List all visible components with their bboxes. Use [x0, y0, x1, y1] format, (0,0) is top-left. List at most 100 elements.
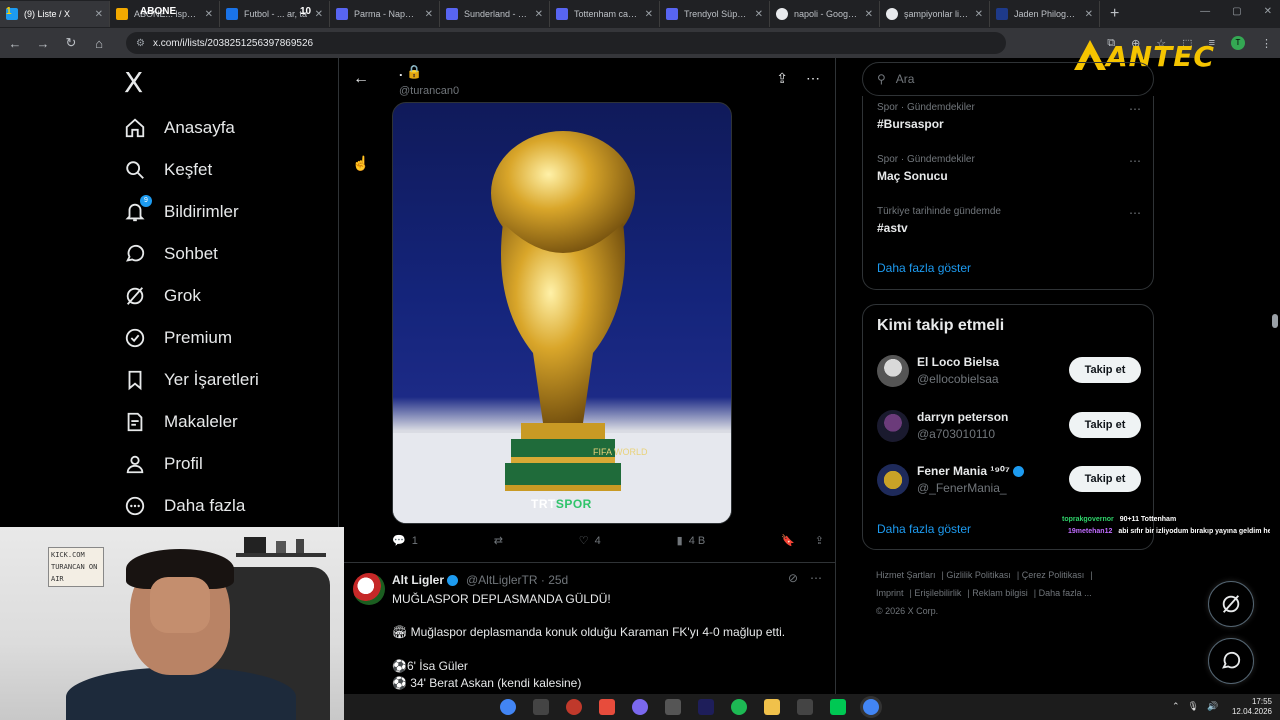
close-tab-icon[interactable]: ✕: [975, 9, 983, 20]
sidebar-item-explore[interactable]: Keşfet: [124, 150, 212, 190]
footer-link[interactable]: Erişilebilirlik: [914, 588, 961, 598]
avatar[interactable]: [877, 464, 909, 496]
messages-fab-button[interactable]: [1208, 638, 1254, 684]
follow-suggestion[interactable]: Fener Mania ¹⁹⁰⁷ @_FenerMania_ Takip et: [877, 462, 1141, 502]
app-taskbar-icon[interactable]: [797, 699, 813, 715]
app-taskbar-icon[interactable]: [566, 699, 582, 715]
browser-tab[interactable]: Trendyol Süper Li ✕: [660, 1, 770, 27]
trend-item[interactable]: Türkiye tarihinde gündemde #astv ⋯: [877, 206, 1141, 235]
follow-suggestion[interactable]: darryn peterson @a703010110 Takip et: [877, 408, 1141, 448]
browser-tab[interactable]: şampiyonlar ligi k ✕: [880, 1, 990, 27]
trend-item[interactable]: Spor · Gündemdekiler #Bursaspor ⋯: [877, 102, 1141, 131]
sidebar-item-grok[interactable]: Grok: [124, 276, 201, 316]
reload-icon[interactable]: ↻: [64, 35, 78, 51]
home-browser-icon[interactable]: ⌂: [92, 36, 106, 51]
trend-more-icon[interactable]: ⋯: [1129, 154, 1141, 168]
sidebar-item-bookmarks[interactable]: Yer İşaretleri: [124, 360, 259, 400]
new-tab-button[interactable]: +: [1100, 5, 1129, 23]
chrome-taskbar-icon[interactable]: [500, 699, 516, 715]
close-tab-icon[interactable]: ✕: [205, 9, 213, 20]
scrollbar-thumb[interactable]: [1272, 314, 1278, 328]
close-tab-icon[interactable]: ✕: [755, 9, 763, 20]
app-taskbar-icon[interactable]: [599, 699, 615, 715]
share-tweet-icon[interactable]: ⇪: [815, 534, 824, 547]
sidebar-item-more[interactable]: Daha fazla: [124, 486, 245, 526]
show-more-follow-link[interactable]: Daha fazla göster: [877, 522, 971, 536]
reply-button[interactable]: 💬 1: [392, 534, 418, 548]
sidebar-item-premium[interactable]: Premium: [124, 318, 232, 358]
follow-button[interactable]: Takip et: [1069, 357, 1141, 383]
avatar[interactable]: [353, 573, 385, 605]
footer-link[interactable]: Daha fazla ...: [1039, 588, 1092, 598]
browser-tab[interactable]: (9) Liste / X ✕: [0, 1, 110, 27]
app-taskbar-icon[interactable]: [632, 699, 648, 715]
trend-item[interactable]: Spor · Gündemdekiler Maç Sonucu ⋯: [877, 154, 1141, 183]
microphone-icon[interactable]: 🎙: [1188, 701, 1199, 712]
close-window-icon[interactable]: ✕: [1264, 6, 1272, 17]
browser-tab[interactable]: Sunderland - Tott ✕: [440, 1, 550, 27]
maximize-icon[interactable]: ▢: [1232, 6, 1241, 17]
share-icon[interactable]: ⇪: [776, 70, 788, 87]
close-tab-icon[interactable]: ✕: [645, 9, 653, 20]
grok-fab-button[interactable]: [1208, 581, 1254, 627]
taskbar-clock[interactable]: 17:55 12.04.2026: [1232, 697, 1272, 717]
page-scrollbar[interactable]: [1270, 58, 1280, 698]
close-tab-icon[interactable]: ✕: [425, 9, 433, 20]
browser-tab[interactable]: Tottenham canlı s ✕: [550, 1, 660, 27]
back-arrow-icon[interactable]: ←: [353, 70, 369, 88]
tweet-author-handle[interactable]: @AltLiglerTR · 25d: [466, 573, 568, 587]
forward-icon[interactable]: →: [36, 36, 50, 51]
tray-arrow-icon[interactable]: ⌃: [1172, 701, 1180, 712]
back-icon[interactable]: ←: [8, 36, 22, 51]
trend-more-icon[interactable]: ⋯: [1129, 102, 1141, 116]
footer-link[interactable]: Çerez Politikası: [1022, 570, 1085, 580]
tweet-more-icon[interactable]: ⋯: [810, 571, 822, 585]
search-input[interactable]: ⚲ Ara: [862, 62, 1154, 96]
close-tab-icon[interactable]: ✕: [315, 9, 323, 20]
close-tab-icon[interactable]: ✕: [535, 9, 543, 20]
volume-icon[interactable]: 🔊: [1207, 701, 1218, 712]
views-button[interactable]: ▮ 4 B: [677, 534, 706, 548]
footer-link[interactable]: Reklam bilgisi: [972, 588, 1028, 598]
follow-suggestion[interactable]: El Loco Bielsa @ellocobielsaa Takip et: [877, 353, 1141, 393]
minimize-icon[interactable]: —: [1200, 6, 1210, 17]
chrome-active-taskbar-icon[interactable]: [863, 699, 879, 715]
like-button[interactable]: ♡ 4: [579, 534, 601, 548]
footer-link[interactable]: Gizlilik Politikası: [946, 570, 1011, 580]
capcut-taskbar-icon[interactable]: [533, 699, 549, 715]
close-tab-icon[interactable]: ✕: [1085, 9, 1093, 20]
app-taskbar-icon[interactable]: [665, 699, 681, 715]
more-options-icon[interactable]: ⋯: [806, 70, 820, 87]
address-bar[interactable]: ⚙ x.com/i/lists/2038251256397869526: [126, 32, 1006, 54]
sidebar-item-home[interactable]: Anasayfa: [124, 108, 235, 148]
footer-link[interactable]: Hizmet Şartları: [876, 570, 936, 580]
browser-tab[interactable]: Parma - Napoli ca ✕: [330, 1, 440, 27]
footer-link[interactable]: Imprint: [876, 588, 904, 598]
trend-more-icon[interactable]: ⋯: [1129, 206, 1141, 220]
sidebar-item-notifications[interactable]: 9 Bildirimler: [124, 192, 239, 232]
grok-explain-icon[interactable]: ⊘: [788, 571, 798, 585]
tweet-author-name[interactable]: Alt Ligler: [392, 573, 459, 587]
tweet-media-image[interactable]: FIFA WORLD TRTSPOR: [392, 102, 732, 524]
browser-menu-icon[interactable]: ⋮: [1261, 37, 1272, 50]
follow-button[interactable]: Takip et: [1069, 412, 1141, 438]
file-explorer-taskbar-icon[interactable]: [764, 699, 780, 715]
site-info-icon[interactable]: ⚙: [136, 38, 145, 49]
spotify-taskbar-icon[interactable]: [731, 699, 747, 715]
close-tab-icon[interactable]: ✕: [95, 9, 103, 20]
browser-tab[interactable]: napoli - Google'd ✕: [770, 1, 880, 27]
sidebar-item-profile[interactable]: Profil: [124, 444, 203, 484]
close-tab-icon[interactable]: ✕: [865, 9, 873, 20]
bookmark-tweet-icon[interactable]: 🔖: [781, 534, 795, 547]
app-taskbar-icon[interactable]: [830, 699, 846, 715]
show-more-trends-link[interactable]: Daha fazla göster: [877, 261, 971, 275]
follow-button[interactable]: Takip et: [1069, 466, 1141, 492]
avatar[interactable]: [877, 410, 909, 442]
premiere-taskbar-icon[interactable]: [698, 699, 714, 715]
x-logo-icon[interactable]: X: [124, 66, 143, 99]
sidebar-item-chat[interactable]: Sohbet: [124, 234, 218, 274]
sidebar-item-articles[interactable]: Makaleler: [124, 402, 238, 442]
avatar[interactable]: [877, 355, 909, 387]
repost-button[interactable]: ⇄: [494, 534, 503, 547]
browser-tab[interactable]: Jaden Philogene ✕: [990, 1, 1100, 27]
